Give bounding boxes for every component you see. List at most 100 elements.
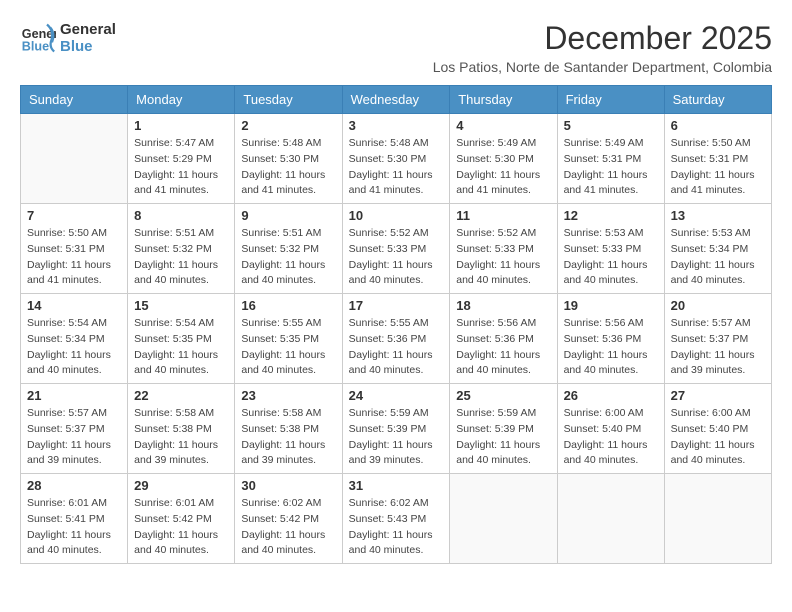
day-number: 23 [241, 388, 335, 403]
calendar-week-row: 21 Sunrise: 5:57 AMSunset: 5:37 PMDayligh… [21, 384, 772, 474]
calendar-cell: 14 Sunrise: 5:54 AMSunset: 5:34 PMDayligh… [21, 294, 128, 384]
day-number: 21 [27, 388, 121, 403]
day-number: 6 [671, 118, 765, 133]
day-info: Sunrise: 5:48 AMSunset: 5:30 PMDaylight:… [241, 136, 335, 199]
day-info: Sunrise: 5:59 AMSunset: 5:39 PMDaylight:… [349, 406, 444, 469]
weekday-header-tuesday: Tuesday [235, 86, 342, 114]
day-info: Sunrise: 5:53 AMSunset: 5:33 PMDaylight:… [564, 226, 658, 289]
calendar-cell: 23 Sunrise: 5:58 AMSunset: 5:38 PMDayligh… [235, 384, 342, 474]
calendar-cell: 17 Sunrise: 5:55 AMSunset: 5:36 PMDayligh… [342, 294, 450, 384]
calendar-cell: 19 Sunrise: 5:56 AMSunset: 5:36 PMDayligh… [557, 294, 664, 384]
day-info: Sunrise: 5:57 AMSunset: 5:37 PMDaylight:… [671, 316, 765, 379]
day-info: Sunrise: 5:55 AMSunset: 5:36 PMDaylight:… [349, 316, 444, 379]
logo-icon: General Blue [20, 20, 56, 56]
day-number: 27 [671, 388, 765, 403]
day-info: Sunrise: 5:49 AMSunset: 5:31 PMDaylight:… [564, 136, 658, 199]
day-number: 4 [456, 118, 550, 133]
calendar-cell: 6 Sunrise: 5:50 AMSunset: 5:31 PMDaylight… [664, 114, 771, 204]
day-info: Sunrise: 6:01 AMSunset: 5:41 PMDaylight:… [27, 496, 121, 559]
day-info: Sunrise: 5:50 AMSunset: 5:31 PMDaylight:… [671, 136, 765, 199]
calendar-cell: 1Sunrise: 5:47 AMSunset: 5:29 PMDaylight… [128, 114, 235, 204]
day-number: 31 [349, 478, 444, 493]
calendar-cell: 11Sunrise: 5:52 AMSunset: 5:33 PMDayligh… [450, 204, 557, 294]
weekday-header-monday: Monday [128, 86, 235, 114]
weekday-header-sunday: Sunday [21, 86, 128, 114]
calendar-cell: 20 Sunrise: 5:57 AMSunset: 5:37 PMDayligh… [664, 294, 771, 384]
day-info: Sunrise: 6:00 AMSunset: 5:40 PMDaylight:… [564, 406, 658, 469]
calendar-cell: 30Sunrise: 6:02 AMSunset: 5:42 PMDayligh… [235, 474, 342, 564]
calendar-cell [450, 474, 557, 564]
day-info: Sunrise: 5:58 AMSunset: 5:38 PMDaylight:… [134, 406, 228, 469]
calendar-header-row: SundayMondayTuesdayWednesdayThursdayFrid… [21, 86, 772, 114]
title-area: December 2025 Los Patios, Norte de Santa… [433, 20, 772, 75]
calendar-cell: 2 Sunrise: 5:48 AMSunset: 5:30 PMDaylight… [235, 114, 342, 204]
day-info: Sunrise: 6:02 AMSunset: 5:43 PMDaylight:… [349, 496, 444, 559]
calendar-cell: 18Sunrise: 5:56 AMSunset: 5:36 PMDayligh… [450, 294, 557, 384]
calendar-cell: 15 Sunrise: 5:54 AMSunset: 5:35 PMDayligh… [128, 294, 235, 384]
day-info: Sunrise: 5:48 AMSunset: 5:30 PMDaylight:… [349, 136, 444, 199]
header: General Blue General Blue December 2025 … [20, 20, 772, 75]
svg-text:Blue: Blue [22, 40, 49, 54]
calendar-cell: 27Sunrise: 6:00 AMSunset: 5:40 PMDayligh… [664, 384, 771, 474]
day-number: 20 [671, 298, 765, 313]
day-info: Sunrise: 5:54 AMSunset: 5:35 PMDaylight:… [134, 316, 228, 379]
day-number: 26 [564, 388, 658, 403]
day-number: 19 [564, 298, 658, 313]
day-info: Sunrise: 5:49 AMSunset: 5:30 PMDaylight:… [456, 136, 550, 199]
calendar-week-row: 1Sunrise: 5:47 AMSunset: 5:29 PMDaylight… [21, 114, 772, 204]
day-info: Sunrise: 5:54 AMSunset: 5:34 PMDaylight:… [27, 316, 121, 379]
calendar-cell: 22 Sunrise: 5:58 AMSunset: 5:38 PMDayligh… [128, 384, 235, 474]
calendar-cell: 7 Sunrise: 5:50 AMSunset: 5:31 PMDaylight… [21, 204, 128, 294]
day-number: 24 [349, 388, 444, 403]
calendar-cell: 10 Sunrise: 5:52 AMSunset: 5:33 PMDayligh… [342, 204, 450, 294]
day-info: Sunrise: 5:58 AMSunset: 5:38 PMDaylight:… [241, 406, 335, 469]
month-title: December 2025 [433, 20, 772, 57]
calendar-cell: 13 Sunrise: 5:53 AMSunset: 5:34 PMDayligh… [664, 204, 771, 294]
calendar-cell: 9Sunrise: 5:51 AMSunset: 5:32 PMDaylight… [235, 204, 342, 294]
calendar-cell: 29Sunrise: 6:01 AMSunset: 5:42 PMDayligh… [128, 474, 235, 564]
calendar-cell: 28Sunrise: 6:01 AMSunset: 5:41 PMDayligh… [21, 474, 128, 564]
day-info: Sunrise: 5:50 AMSunset: 5:31 PMDaylight:… [27, 226, 121, 289]
day-number: 13 [671, 208, 765, 223]
calendar-week-row: 28Sunrise: 6:01 AMSunset: 5:41 PMDayligh… [21, 474, 772, 564]
day-number: 22 [134, 388, 228, 403]
calendar-cell: 3 Sunrise: 5:48 AMSunset: 5:30 PMDaylight… [342, 114, 450, 204]
calendar-cell: 24 Sunrise: 5:59 AMSunset: 5:39 PMDayligh… [342, 384, 450, 474]
calendar-week-row: 14 Sunrise: 5:54 AMSunset: 5:34 PMDayligh… [21, 294, 772, 384]
day-number: 16 [241, 298, 335, 313]
day-number: 25 [456, 388, 550, 403]
day-number: 17 [349, 298, 444, 313]
day-info: Sunrise: 5:56 AMSunset: 5:36 PMDaylight:… [564, 316, 658, 379]
day-number: 5 [564, 118, 658, 133]
calendar-cell: 25Sunrise: 5:59 AMSunset: 5:39 PMDayligh… [450, 384, 557, 474]
logo-line2: Blue [60, 38, 116, 55]
weekday-header-thursday: Thursday [450, 86, 557, 114]
calendar-cell: 12 Sunrise: 5:53 AMSunset: 5:33 PMDayligh… [557, 204, 664, 294]
calendar-cell [664, 474, 771, 564]
day-number: 12 [564, 208, 658, 223]
day-info: Sunrise: 5:57 AMSunset: 5:37 PMDaylight:… [27, 406, 121, 469]
calendar-cell: 21 Sunrise: 5:57 AMSunset: 5:37 PMDayligh… [21, 384, 128, 474]
calendar-cell [21, 114, 128, 204]
day-info: Sunrise: 5:47 AMSunset: 5:29 PMDaylight:… [134, 136, 228, 199]
day-number: 7 [27, 208, 121, 223]
day-info: Sunrise: 5:52 AMSunset: 5:33 PMDaylight:… [456, 226, 550, 289]
day-number: 18 [456, 298, 550, 313]
day-number: 2 [241, 118, 335, 133]
day-number: 14 [27, 298, 121, 313]
day-info: Sunrise: 5:53 AMSunset: 5:34 PMDaylight:… [671, 226, 765, 289]
calendar-cell [557, 474, 664, 564]
calendar-cell: 4 Sunrise: 5:49 AMSunset: 5:30 PMDaylight… [450, 114, 557, 204]
day-info: Sunrise: 5:52 AMSunset: 5:33 PMDaylight:… [349, 226, 444, 289]
day-number: 15 [134, 298, 228, 313]
day-number: 10 [349, 208, 444, 223]
calendar-table: SundayMondayTuesdayWednesdayThursdayFrid… [20, 85, 772, 564]
weekday-header-saturday: Saturday [664, 86, 771, 114]
calendar-cell: 26 Sunrise: 6:00 AMSunset: 5:40 PMDayligh… [557, 384, 664, 474]
day-number: 3 [349, 118, 444, 133]
location-subtitle: Los Patios, Norte de Santander Departmen… [433, 59, 772, 75]
calendar-week-row: 7 Sunrise: 5:50 AMSunset: 5:31 PMDaylight… [21, 204, 772, 294]
calendar-cell: 5 Sunrise: 5:49 AMSunset: 5:31 PMDaylight… [557, 114, 664, 204]
calendar-cell: 31 Sunrise: 6:02 AMSunset: 5:43 PMDayligh… [342, 474, 450, 564]
day-number: 8 [134, 208, 228, 223]
